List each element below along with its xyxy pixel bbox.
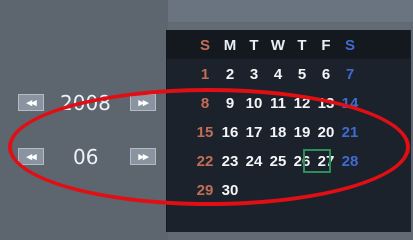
weekday-friday: F [321, 37, 331, 54]
calendar-day[interactable]: 4 [266, 66, 290, 84]
calendar-day[interactable]: 2 [218, 66, 242, 84]
calendar-day[interactable]: 5 [290, 66, 314, 84]
weekday-saturday: S [344, 37, 355, 54]
weekday-sunday: S [199, 37, 210, 54]
calendar-day[interactable]: 6 [314, 66, 338, 84]
calendar-day[interactable]: 7 [338, 66, 362, 84]
weekday-wednesday: W [270, 37, 286, 54]
calendar-day[interactable]: 1 [193, 66, 217, 84]
prev-year-button[interactable]: ◂◂ [18, 94, 44, 111]
weekday-monday: M [223, 37, 237, 54]
calendar-divider [166, 58, 410, 59]
calendar-day[interactable]: 3 [242, 66, 266, 84]
red-annotation-ellipse [8, 88, 410, 206]
weekday-tuesday: T [249, 37, 259, 54]
weekday-thursday: T [297, 37, 307, 54]
